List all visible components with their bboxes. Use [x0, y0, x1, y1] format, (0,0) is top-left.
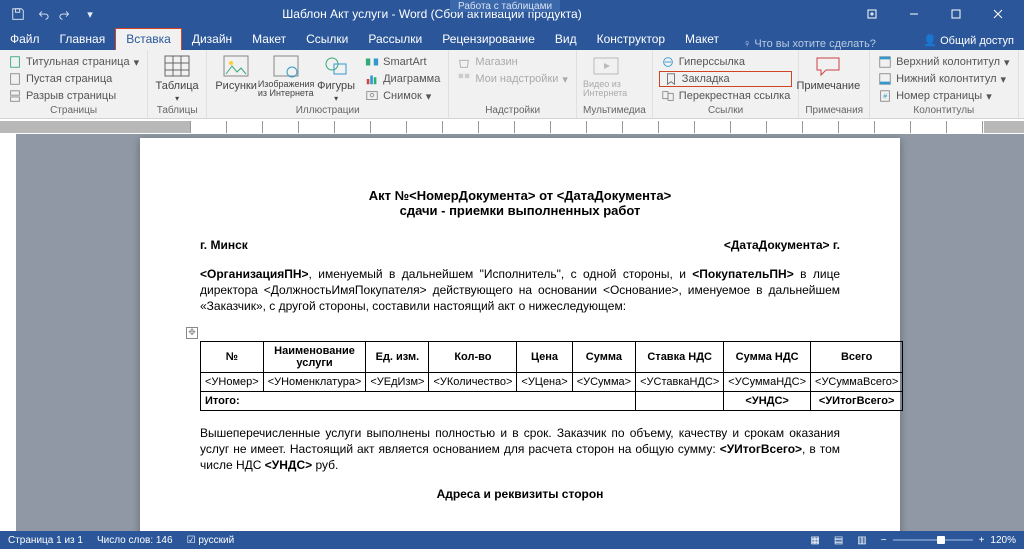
tab-design[interactable]: Дизайн: [182, 29, 242, 50]
table-header-row: №Наименование услугиЕд. изм.Кол-воЦенаСу…: [201, 341, 903, 372]
tab-layout[interactable]: Макет: [242, 29, 296, 50]
table-total-row: Итого: <УНДС> <УИтогВсего>: [201, 391, 903, 410]
my-addins-button[interactable]: Мои надстройки ▾: [455, 71, 570, 87]
table-button[interactable]: Таблица▾: [154, 52, 200, 103]
zoom-in-icon[interactable]: +: [979, 535, 985, 546]
minimize-icon[interactable]: [894, 1, 934, 27]
tab-insert[interactable]: Вставка: [115, 28, 182, 50]
blank-page-button[interactable]: Пустая страница: [6, 71, 141, 87]
cover-page-button[interactable]: Титульная страница ▾: [6, 54, 141, 70]
redo-icon[interactable]: [56, 4, 76, 24]
bookmark-button[interactable]: Закладка: [659, 71, 793, 87]
screenshot-button[interactable]: Снимок ▾: [363, 88, 442, 104]
zoom-control[interactable]: − + 120%: [881, 535, 1016, 546]
footer-button[interactable]: Нижний колонтитул ▾: [876, 71, 1011, 87]
status-page[interactable]: Страница 1 из 1: [8, 535, 83, 546]
group-comments: Примечание Примечания: [799, 50, 870, 118]
table-row: <УНомер><УНоменклатура><УЕдИзм><УКоличес…: [201, 372, 903, 391]
document-area[interactable]: Акт №<НомерДокумента> от <ДатаДокумента>…: [16, 134, 1024, 531]
group-links: Гиперссылка Закладка Перекрестная ссылка…: [653, 50, 800, 118]
pictures-button[interactable]: Рисунки: [213, 52, 259, 92]
tell-me[interactable]: ♀ Что вы хотите сделать?: [743, 38, 913, 50]
page-number-button[interactable]: #Номер страницы ▾: [876, 88, 1011, 104]
services-table: №Наименование услугиЕд. изм.Кол-воЦенаСу…: [200, 341, 903, 411]
tab-file[interactable]: Файл: [0, 29, 50, 50]
undo-icon[interactable]: [32, 4, 52, 24]
tab-mailings[interactable]: Рассылки: [358, 29, 432, 50]
close-icon[interactable]: [978, 1, 1018, 27]
svg-text:#: #: [883, 94, 887, 101]
quick-access-toolbar: ▾: [0, 4, 100, 24]
group-pages: Титульная страница ▾ Пустая страница Раз…: [0, 50, 148, 118]
share-button[interactable]: 👤 Общий доступ: [913, 31, 1024, 50]
group-header-footer: Верхний колонтитул ▾ Нижний колонтитул ▾…: [870, 50, 1018, 118]
ribbon-options-icon[interactable]: [852, 1, 892, 27]
page-break-button[interactable]: Разрыв страницы: [6, 88, 141, 104]
store-button[interactable]: Магазин: [455, 54, 570, 70]
zoom-slider[interactable]: [893, 539, 973, 541]
view-web-icon[interactable]: ▥: [857, 535, 866, 546]
table-tools-label: Работа с таблицами: [450, 0, 560, 12]
titlebar: ▾ Шаблон Акт услуги - Word (Сбой активац…: [0, 0, 1024, 28]
group-tables: Таблица▾ Таблицы: [148, 50, 207, 118]
status-words[interactable]: Число слов: 146: [97, 535, 173, 546]
comment-button[interactable]: Примечание: [805, 52, 851, 92]
status-lang[interactable]: ☑ русский: [187, 535, 235, 546]
shapes-button[interactable]: Фигуры▾: [313, 52, 359, 103]
smartart-button[interactable]: SmartArt: [363, 54, 442, 70]
zoom-level[interactable]: 120%: [990, 535, 1016, 546]
save-icon[interactable]: [8, 4, 28, 24]
view-read-icon[interactable]: ▦: [810, 535, 819, 546]
table-move-handle[interactable]: ✥: [186, 327, 198, 339]
cross-reference-button[interactable]: Перекрестная ссылка: [659, 88, 793, 104]
hyperlink-button[interactable]: Гиперссылка: [659, 54, 793, 70]
status-bar: Страница 1 из 1 Число слов: 146 ☑ русски…: [0, 531, 1024, 549]
ribbon: Титульная страница ▾ Пустая страница Раз…: [0, 50, 1024, 119]
header-button[interactable]: Верхний колонтитул ▾: [876, 54, 1011, 70]
doc-title: Акт №<НомерДокумента> от <ДатаДокумента>…: [200, 188, 840, 218]
intro-paragraph: <ОрганизацияПН>, именуемый в дальнейшем …: [200, 266, 840, 315]
maximize-icon[interactable]: [936, 1, 976, 27]
window-title: Шаблон Акт услуги - Word (Сбой активации…: [140, 7, 724, 21]
chart-button[interactable]: Диаграмма: [363, 71, 442, 87]
group-addins: Магазин Мои надстройки ▾ Надстройки: [449, 50, 577, 118]
view-print-icon[interactable]: ▤: [834, 535, 843, 546]
tab-references[interactable]: Ссылки: [296, 29, 358, 50]
doc-date: <ДатаДокумента> г.: [724, 238, 840, 252]
tab-layout2[interactable]: Макет: [675, 29, 729, 50]
tab-view[interactable]: Вид: [545, 29, 587, 50]
closing-paragraph: Вышеперечисленные услуги выполнены полно…: [200, 425, 840, 474]
city: г. Минск: [200, 238, 248, 252]
ribbon-tabs: Файл Главная Вставка Дизайн Макет Ссылки…: [0, 28, 1024, 50]
tab-home[interactable]: Главная: [50, 29, 116, 50]
vertical-ruler[interactable]: [0, 134, 17, 531]
qat-customize-icon[interactable]: ▾: [80, 4, 100, 24]
group-media: Видео из Интернета Мультимедиа: [577, 50, 653, 118]
online-video-button[interactable]: Видео из Интернета: [583, 52, 629, 98]
group-illustrations: Рисунки Изображения из Интернета Фигуры▾…: [207, 50, 449, 118]
addresses-heading: Адреса и реквизиты сторон: [200, 487, 840, 501]
group-text: AТекстовое поле▾ ▾ A▾ A≡▾ ▾ ▾ Текст: [1019, 50, 1024, 118]
tab-review[interactable]: Рецензирование: [432, 29, 545, 50]
online-pictures-button[interactable]: Изображения из Интернета: [263, 52, 309, 98]
tab-constructor[interactable]: Конструктор: [587, 29, 675, 50]
page: Акт №<НомерДокумента> от <ДатаДокумента>…: [140, 138, 900, 531]
zoom-out-icon[interactable]: −: [881, 535, 887, 546]
